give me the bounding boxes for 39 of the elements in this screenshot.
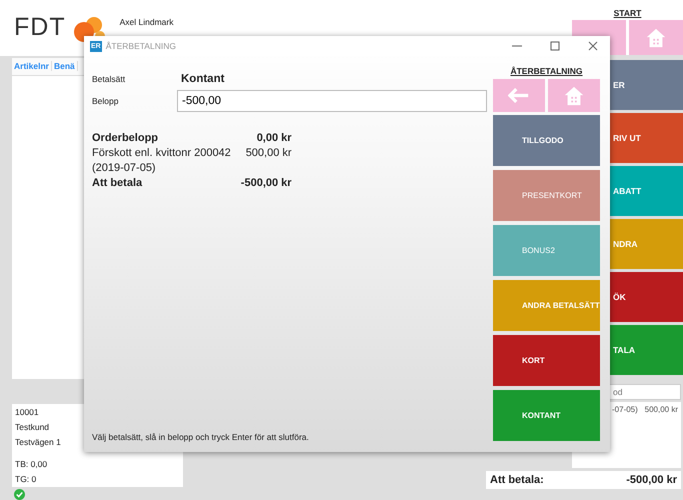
logo-text: FDT: [14, 13, 66, 42]
close-icon: [588, 41, 598, 51]
payment-button[interactable]: TILLGODO: [493, 115, 600, 166]
total-value: -500,00 kr: [626, 474, 677, 486]
customer-info: Testkund: [15, 422, 50, 432]
summary-amount: 500,00 kr: [246, 147, 292, 159]
payment-text: -07-05): [612, 405, 638, 414]
customer-info: 10001: [15, 407, 39, 418]
customer-info: TB: 0,00: [15, 459, 48, 470]
column-header[interactable]: Artikelnr: [12, 61, 52, 72]
home-button[interactable]: [629, 20, 683, 55]
summary-label: Orderbelopp: [92, 132, 160, 144]
payment-button[interactable]: KONTANT: [493, 390, 600, 441]
payment-button[interactable]: KORT: [493, 335, 600, 386]
payment-method: Kontant: [180, 73, 226, 85]
summary-note: (2019-07-05): [92, 162, 157, 174]
summary-label: Att betala: [92, 177, 144, 189]
payment-button[interactable]: ANDRA BETALSÄTT: [493, 280, 600, 331]
back-button[interactable]: [493, 79, 545, 112]
home-button[interactable]: [548, 79, 600, 112]
home-icon: [563, 84, 585, 106]
customer-info: TG: 0: [15, 474, 36, 484]
customer-info: Testvägen 1: [15, 437, 61, 448]
field-label: Betalsätt: [92, 74, 126, 84]
home-icon: [645, 26, 667, 48]
hint-text: Välj betalsätt, slå in belopp och tryck Enter för att slutföra.: [92, 432, 310, 442]
user-name: Axel Lindmark: [120, 17, 174, 27]
panel-title: START: [614, 8, 642, 18]
maximize-icon: [550, 41, 560, 51]
field-label: Belopp: [92, 96, 120, 106]
payment-amount: 500,00 kr: [644, 405, 678, 414]
summary-label: Förskott enl. kvittonr 200042: [92, 147, 231, 159]
window-title: ÅTERBETALNING: [106, 41, 177, 51]
amount-field[interactable]: -500,00: [177, 90, 487, 112]
summary-amount: -500,00 kr: [240, 177, 292, 189]
back-arrow-icon: [508, 88, 530, 103]
column-header[interactable]: Benä: [52, 61, 78, 72]
summary-amount: 0,00 kr: [256, 132, 292, 144]
total-label: Att betala:: [490, 474, 544, 486]
